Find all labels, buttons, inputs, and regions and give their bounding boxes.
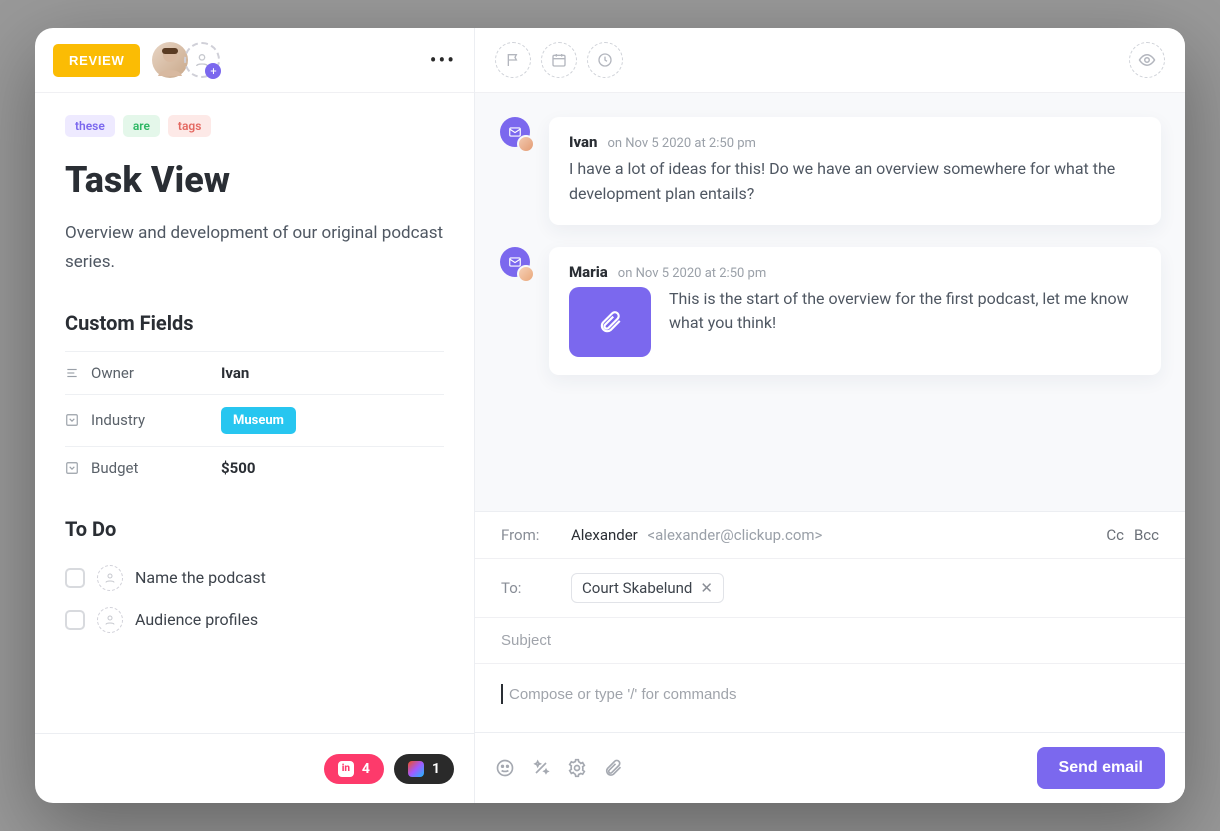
message: Ivan on Nov 5 2020 at 2:50 pm I have a l… — [499, 117, 1161, 225]
invision-count: 4 — [362, 761, 370, 777]
right-panel: Ivan on Nov 5 2020 at 2:50 pm I have a l… — [475, 28, 1185, 803]
from-email: <alexander@clickup.com> — [648, 526, 823, 544]
todo-assignee-button[interactable] — [97, 565, 123, 591]
attachment-button[interactable] — [569, 287, 651, 357]
todo-checkbox[interactable] — [65, 610, 85, 630]
compose-to-row: To: Court Skabelund ✕ — [475, 559, 1185, 618]
email-compose: From: Alexander <alexander@clickup.com> … — [475, 511, 1185, 803]
custom-field-label: Industry — [91, 411, 221, 429]
from-name[interactable]: Alexander — [571, 526, 638, 544]
custom-field-value[interactable]: Museum — [221, 407, 296, 434]
to-label: To: — [501, 579, 553, 597]
assignees: + — [152, 42, 220, 78]
left-panel: REVIEW + ••• these are tags Task View Ov… — [35, 28, 475, 803]
tag[interactable]: tags — [168, 115, 211, 137]
figma-count: 1 — [432, 761, 440, 777]
message-timestamp: on Nov 5 2020 at 2:50 pm — [607, 136, 755, 151]
activity-thread: Ivan on Nov 5 2020 at 2:50 pm I have a l… — [475, 93, 1185, 511]
dropdown-field-icon — [65, 461, 91, 475]
cc-button[interactable]: Cc — [1106, 526, 1124, 544]
message-card[interactable]: Ivan on Nov 5 2020 at 2:50 pm I have a l… — [549, 117, 1161, 225]
figma-icon — [408, 761, 424, 777]
todo-label[interactable]: Name the podcast — [135, 568, 266, 587]
custom-field-row: Industry Museum — [65, 394, 444, 446]
task-description[interactable]: Overview and development of our original… — [65, 219, 444, 277]
custom-field-label: Owner — [91, 364, 221, 382]
assignee-avatar[interactable] — [152, 42, 188, 78]
message-card[interactable]: Maria on Nov 5 2020 at 2:50 pm This is t… — [549, 247, 1161, 375]
message-author: Ivan — [569, 133, 597, 151]
settings-icon[interactable] — [567, 758, 587, 778]
message-body: I have a lot of ideas for this! Do we ha… — [569, 157, 1141, 207]
invision-icon: in — [338, 761, 354, 777]
text-field-icon — [65, 366, 91, 380]
add-assignee-button[interactable]: + — [184, 42, 220, 78]
priority-flag-button[interactable] — [495, 42, 531, 78]
todo-item: Audience profiles — [65, 599, 444, 641]
task-modal: REVIEW + ••• these are tags Task View Ov… — [35, 28, 1185, 803]
figma-attachment-chip[interactable]: 1 — [394, 754, 454, 784]
message-timestamp: on Nov 5 2020 at 2:50 pm — [618, 266, 766, 281]
custom-field-label: Budget — [91, 459, 221, 477]
custom-field-row: Owner Ivan — [65, 351, 444, 394]
plus-icon: + — [205, 63, 221, 79]
more-options-button[interactable]: ••• — [430, 48, 456, 72]
todo-heading: To Do — [65, 517, 444, 541]
author-avatar — [517, 135, 535, 153]
compose-from-row: From: Alexander <alexander@clickup.com> … — [475, 512, 1185, 559]
dropdown-field-icon — [65, 413, 91, 427]
compose-body-row — [475, 664, 1185, 733]
status-button[interactable]: REVIEW — [53, 44, 140, 77]
author-avatar — [517, 265, 535, 283]
message-author: Maria — [569, 263, 608, 281]
compose-body-input[interactable] — [509, 684, 1159, 704]
recipient-name: Court Skabelund — [582, 579, 692, 597]
tag[interactable]: these — [65, 115, 115, 137]
todo-assignee-button[interactable] — [97, 607, 123, 633]
from-label: From: — [501, 526, 553, 544]
todo-item: Name the podcast — [65, 557, 444, 599]
custom-field-value[interactable]: $500 — [221, 459, 255, 477]
custom-field-value[interactable]: Ivan — [221, 364, 249, 382]
subject-input[interactable] — [501, 632, 1159, 649]
ai-icon[interactable] — [531, 758, 551, 778]
task-title[interactable]: Task View — [65, 159, 444, 201]
invision-attachment-chip[interactable]: in 4 — [324, 754, 384, 784]
emoji-icon[interactable] — [495, 758, 515, 778]
todo-checkbox[interactable] — [65, 568, 85, 588]
tag[interactable]: are — [123, 115, 160, 137]
attach-icon[interactable] — [603, 758, 623, 778]
message: Maria on Nov 5 2020 at 2:50 pm This is t… — [499, 247, 1161, 375]
send-email-button[interactable]: Send email — [1037, 747, 1165, 789]
compose-subject-row — [475, 618, 1185, 664]
message-body: This is the start of the overview for th… — [669, 287, 1141, 337]
text-cursor — [501, 684, 503, 704]
date-button[interactable] — [541, 42, 577, 78]
custom-field-row: Budget $500 — [65, 446, 444, 489]
bcc-button[interactable]: Bcc — [1134, 526, 1159, 544]
watchers-button[interactable] — [1129, 42, 1165, 78]
custom-fields-heading: Custom Fields — [65, 311, 444, 335]
remove-recipient-icon[interactable]: ✕ — [700, 579, 713, 597]
recipient-chip[interactable]: Court Skabelund ✕ — [571, 573, 724, 603]
todo-label[interactable]: Audience profiles — [135, 610, 258, 629]
tags-row: these are tags — [65, 115, 444, 137]
time-button[interactable] — [587, 42, 623, 78]
